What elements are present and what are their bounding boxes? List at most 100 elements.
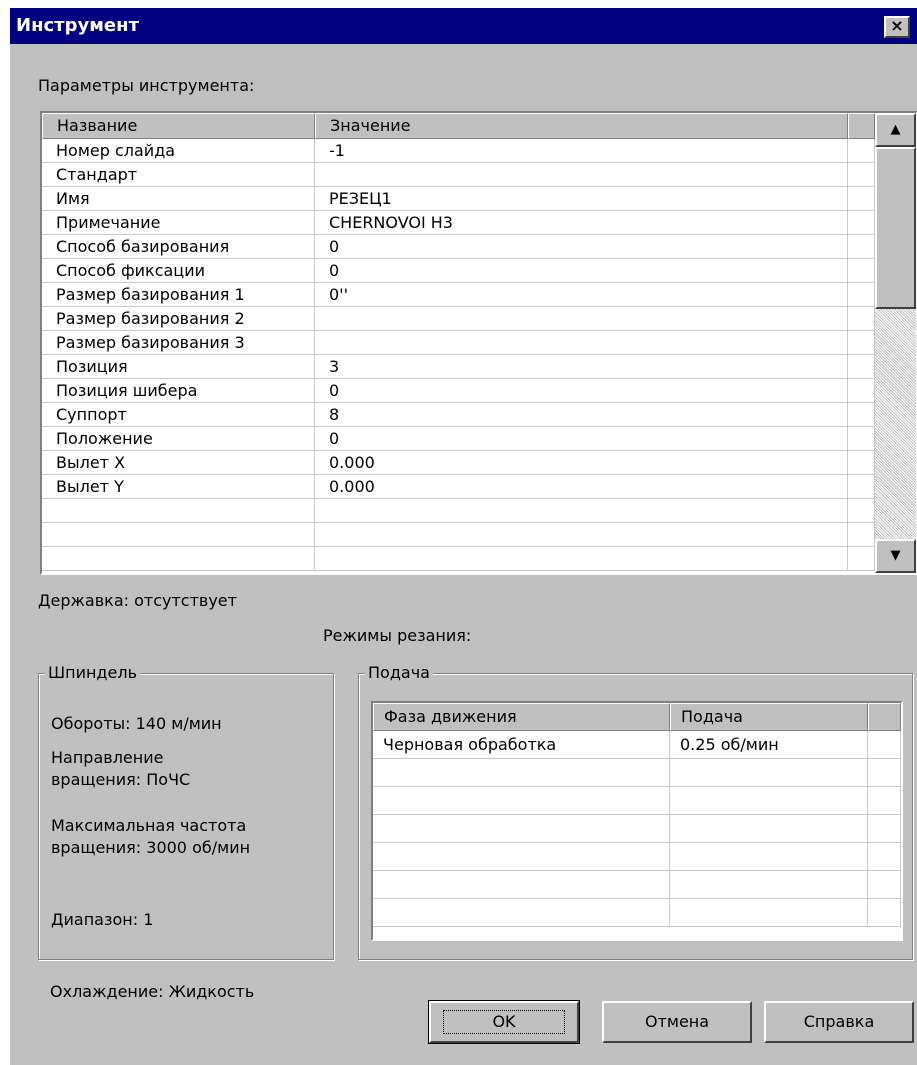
row-spacer-cell: [848, 523, 875, 547]
param-value-cell[interactable]: 0: [315, 259, 848, 283]
param-value-cell[interactable]: [315, 331, 848, 355]
param-value-cell[interactable]: [315, 523, 848, 547]
param-name-cell: [42, 523, 315, 547]
params-table-body: Название Значение Номер слайда -1 Стандарт…: [42, 113, 875, 573]
row-spacer-cell: [848, 547, 875, 571]
close-icon[interactable]: ×: [884, 16, 910, 38]
feed-phase-cell[interactable]: [373, 759, 670, 787]
row-spacer-cell: [848, 499, 875, 523]
param-value-cell[interactable]: 0.000: [315, 451, 848, 475]
params-table[interactable]: Название Значение Номер слайда -1 Стандарт…: [40, 111, 917, 575]
feed-phase-cell[interactable]: [373, 815, 670, 843]
scroll-up-icon[interactable]: ▲: [875, 113, 916, 147]
param-name-cell: Стандарт: [42, 163, 315, 187]
table-row[interactable]: Вылет Y 0.000: [42, 475, 875, 499]
param-value-cell[interactable]: [315, 307, 848, 331]
feed-phase-cell[interactable]: [373, 871, 670, 899]
feed-phase-cell[interactable]: [373, 787, 670, 815]
table-row[interactable]: Размер базирования 2: [42, 307, 875, 331]
table-row[interactable]: Вылет X 0.000: [42, 451, 875, 475]
feed-value-cell[interactable]: [670, 759, 868, 787]
param-name-cell: Способ базирования: [42, 235, 315, 259]
feed-phase-cell[interactable]: Черновая обработка: [373, 731, 670, 759]
column-header-spacer: [848, 113, 875, 139]
spindle-maxfreq-line2: вращения: 3000 об/мин: [51, 838, 251, 857]
param-value-cell[interactable]: [315, 499, 848, 523]
row-spacer-cell: [868, 787, 901, 815]
row-spacer-cell: [848, 331, 875, 355]
feed-value-cell[interactable]: [670, 899, 868, 927]
feed-value-cell[interactable]: [670, 787, 868, 815]
column-header-name[interactable]: Название: [42, 113, 315, 139]
param-value-cell[interactable]: 8: [315, 403, 848, 427]
table-row[interactable]: Положение 0: [42, 427, 875, 451]
table-row[interactable]: Размер базирования 1 0'': [42, 283, 875, 307]
row-spacer-cell: [848, 259, 875, 283]
feed-phase-cell[interactable]: [373, 899, 670, 927]
spindle-range: Диапазон: 1: [51, 910, 154, 929]
spindle-rpm: Обороты: 140 м/мин: [51, 714, 222, 733]
table-row[interactable]: Позиция 3: [42, 355, 875, 379]
ok-button[interactable]: OK: [428, 1000, 580, 1044]
table-row[interactable]: [42, 547, 875, 571]
feed-value-cell[interactable]: 0.25 об/мин: [670, 731, 868, 759]
scroll-thumb[interactable]: [875, 147, 916, 309]
param-value-cell[interactable]: CHERNOVOI H3: [315, 211, 848, 235]
param-value-cell[interactable]: [315, 547, 848, 571]
feed-value-cell[interactable]: [670, 871, 868, 899]
param-name-cell: Примечание: [42, 211, 315, 235]
column-header-value[interactable]: Значение: [315, 113, 848, 139]
column-header-feed[interactable]: Подача: [670, 703, 868, 731]
param-name-cell: Суппорт: [42, 403, 315, 427]
spindle-direction-line1: Направление: [51, 748, 164, 767]
scroll-down-icon[interactable]: ▼: [875, 539, 916, 573]
table-row[interactable]: Стандарт: [42, 163, 875, 187]
row-spacer-cell: [848, 283, 875, 307]
row-spacer-cell: [868, 899, 901, 927]
table-row[interactable]: Примечание CHERNOVOI H3: [42, 211, 875, 235]
cancel-button[interactable]: Отмена: [602, 1001, 752, 1043]
param-value-cell[interactable]: 0'': [315, 283, 848, 307]
param-value-cell[interactable]: 0: [315, 235, 848, 259]
param-name-cell: Вылет X: [42, 451, 315, 475]
param-name-cell: Размер базирования 3: [42, 331, 315, 355]
row-spacer-cell: [848, 475, 875, 499]
param-value-cell[interactable]: 3: [315, 355, 848, 379]
row-spacer-cell: [868, 759, 901, 787]
feed-table-body: Фаза движения Подача Черновая обработка 0…: [373, 703, 901, 939]
param-name-cell: [42, 547, 315, 571]
table-row[interactable]: Способ фиксации 0: [42, 259, 875, 283]
table-row[interactable]: Размер базирования 3: [42, 331, 875, 355]
row-spacer-cell: [848, 355, 875, 379]
param-value-cell[interactable]: 0: [315, 427, 848, 451]
column-header-phase[interactable]: Фаза движения: [373, 703, 670, 731]
param-value-cell[interactable]: 0.000: [315, 475, 848, 499]
help-button[interactable]: Справка: [764, 1001, 914, 1043]
param-name-cell: Способ фиксации: [42, 259, 315, 283]
param-name-cell: Размер базирования 1: [42, 283, 315, 307]
table-row[interactable]: [42, 499, 875, 523]
feed-table[interactable]: Фаза движения Подача Черновая обработка 0…: [371, 701, 903, 941]
row-spacer-cell: [848, 403, 875, 427]
feed-value-cell[interactable]: [670, 843, 868, 871]
tool-dialog: Инструмент × Параметры инструмента: Назв…: [10, 8, 917, 1065]
param-value-cell[interactable]: [315, 163, 848, 187]
param-value-cell[interactable]: РЕЗЕЦ1: [315, 187, 848, 211]
feed-value-cell[interactable]: [670, 815, 868, 843]
table-row[interactable]: Имя РЕЗЕЦ1: [42, 187, 875, 211]
param-value-cell[interactable]: 0: [315, 379, 848, 403]
cutting-modes-label: Режимы резания:: [323, 626, 472, 645]
spindle-direction-line2: вращения: ПоЧС: [51, 770, 191, 789]
params-label: Параметры инструмента:: [38, 76, 255, 95]
params-scrollbar[interactable]: ▲ ▼: [875, 113, 916, 573]
table-row[interactable]: Способ базирования 0: [42, 235, 875, 259]
feed-phase-cell[interactable]: [373, 843, 670, 871]
column-header-spacer: [868, 703, 901, 731]
feed-group-title: Подача: [365, 663, 433, 682]
title-bar[interactable]: Инструмент ×: [10, 8, 917, 44]
param-value-cell[interactable]: -1: [315, 139, 848, 163]
table-row[interactable]: Номер слайда -1: [42, 139, 875, 163]
table-row[interactable]: Суппорт 8: [42, 403, 875, 427]
table-row[interactable]: Позиция шибера 0: [42, 379, 875, 403]
table-row[interactable]: [42, 523, 875, 547]
